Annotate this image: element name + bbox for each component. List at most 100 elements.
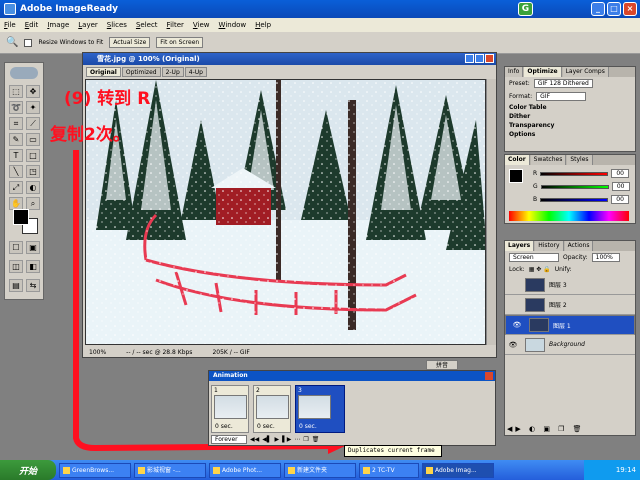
eye-icon[interactable]: 👁 xyxy=(508,340,518,350)
zoom-tool-icon[interactable]: 🔍 xyxy=(6,37,18,48)
delete-frame-icon[interactable]: 🗑 xyxy=(312,436,320,443)
menu-layer[interactable]: Layer xyxy=(78,21,98,29)
layer-row-3[interactable]: 图层 3 xyxy=(505,275,635,295)
minimize-button[interactable]: _ xyxy=(591,2,605,16)
doc-close-icon[interactable] xyxy=(485,54,494,63)
tab-history[interactable]: History xyxy=(535,241,564,251)
magic-wand-tool-icon[interactable]: ✦ xyxy=(26,101,40,114)
tab-optimize[interactable]: Optimize xyxy=(524,67,562,77)
red-slider[interactable] xyxy=(540,171,609,176)
animation-frame-2[interactable]: 2 0 sec. xyxy=(253,385,291,433)
eraser-tool-icon[interactable]: ▭ xyxy=(26,133,40,146)
menu-file[interactable]: File xyxy=(4,21,16,29)
taskbar-item-yingcheng[interactable]: 影城视窗 -... xyxy=(134,462,206,478)
view-mode-buttons[interactable]: ☐ ▣ ◫ ◧ ▤ ⇆ xyxy=(9,241,41,295)
color-spectrum-bar[interactable] xyxy=(509,211,629,221)
tab-info[interactable]: Info xyxy=(505,67,524,77)
menu-select[interactable]: Select xyxy=(136,21,158,29)
red-value[interactable]: 00 xyxy=(611,169,630,178)
section-options[interactable]: Options xyxy=(509,131,535,138)
duplicate-frame-icon[interactable]: ❐ xyxy=(303,436,308,443)
taskbar-item-tctv[interactable]: 2 TC-TV xyxy=(359,462,419,478)
tab-optimized[interactable]: Optimized xyxy=(121,67,161,77)
clock[interactable]: 19:14 xyxy=(616,466,636,474)
zoom-level[interactable]: 100% xyxy=(89,349,106,356)
section-color-table[interactable]: Color Table xyxy=(509,104,547,111)
crop-tool-icon[interactable]: ⌗ xyxy=(9,117,23,130)
blue-value[interactable]: 00 xyxy=(611,195,630,204)
preview-browser-icon[interactable]: ▣ xyxy=(26,241,40,254)
color-swatch-preview[interactable] xyxy=(509,169,523,183)
menu-image[interactable]: Image xyxy=(47,21,69,29)
menu-filter[interactable]: Filter xyxy=(167,21,184,29)
tab-actions[interactable]: Actions xyxy=(564,241,594,251)
menu-help[interactable]: Help xyxy=(255,21,271,29)
section-transparency[interactable]: Transparency xyxy=(509,122,554,129)
screen-mode-icon[interactable]: ▤ xyxy=(9,279,23,292)
download-speed[interactable]: -- / -- sec @ 28.8 Kbps xyxy=(126,349,192,356)
visibility-toggle-icon[interactable] xyxy=(508,300,518,310)
tab-layer-comps[interactable]: Layer Comps xyxy=(562,67,609,77)
shape-tool-icon[interactable]: □ xyxy=(26,149,40,162)
eye-icon[interactable]: 👁 xyxy=(512,320,522,330)
green-slider[interactable] xyxy=(540,184,609,189)
file-size[interactable]: 205K / -- GIF xyxy=(212,349,249,356)
doc-maximize-icon[interactable] xyxy=(475,54,484,63)
marquee-tool-icon[interactable]: ⬚ xyxy=(9,85,23,98)
fit-on-screen-button[interactable]: Fit on Screen xyxy=(156,37,204,48)
menu-window[interactable]: Window xyxy=(219,21,247,29)
section-dither[interactable]: Dither xyxy=(509,113,530,120)
tab-2-up[interactable]: 2-Up xyxy=(161,67,184,77)
line-tool-icon[interactable]: ╲ xyxy=(9,165,23,178)
preset-select[interactable]: GIF 128 Dithered xyxy=(533,79,593,88)
eyedropper-tool-icon[interactable]: ⤢ xyxy=(9,181,23,194)
frame-delay[interactable]: 0 sec. xyxy=(257,423,275,430)
lock-icons[interactable]: ▦ ✥ 🔒 xyxy=(529,266,551,273)
resize-windows-checkbox[interactable] xyxy=(24,38,33,47)
doc-minimize-icon[interactable] xyxy=(465,54,474,63)
tab-original[interactable]: Original xyxy=(86,67,121,77)
loop-select[interactable]: Forever xyxy=(211,435,247,444)
layer-row-background[interactable]: 👁 Background xyxy=(505,335,635,355)
play-icon[interactable]: ▶ xyxy=(274,436,279,443)
actual-size-button[interactable]: Actual Size xyxy=(109,37,151,48)
format-select[interactable]: GIF xyxy=(536,92,587,101)
brush-tool-icon[interactable]: ✎ xyxy=(9,133,23,146)
frame-delay[interactable]: 0 sec. xyxy=(299,423,317,430)
image-map-visibility-icon[interactable]: ◫ xyxy=(9,260,23,273)
menu-edit[interactable]: Edit xyxy=(25,21,39,29)
visibility-toggle-icon[interactable] xyxy=(508,280,518,290)
prev-frame-icon[interactable]: ◀▌ xyxy=(262,436,271,443)
menu-slices[interactable]: Slices xyxy=(107,21,127,29)
rollover-preview-icon[interactable]: ☐ xyxy=(9,241,23,254)
opacity-input[interactable]: 100% xyxy=(591,253,620,262)
maximize-button[interactable]: □ xyxy=(607,2,621,16)
next-frame-icon[interactable]: ▌▶ xyxy=(282,436,291,443)
taskbar-item-photoshop[interactable]: Adobe Phot... xyxy=(209,462,281,478)
foreground-color-swatch[interactable] xyxy=(13,209,29,225)
tab-layers[interactable]: Layers xyxy=(505,241,535,251)
frame-delay[interactable]: 0 sec. xyxy=(215,423,233,430)
tween-icon[interactable]: ⋯ xyxy=(294,436,300,443)
image-canvas[interactable] xyxy=(85,79,486,345)
blue-slider[interactable] xyxy=(540,197,609,202)
slice-tool-icon[interactable]: ⟋ xyxy=(26,117,40,130)
image-map-tool-icon[interactable]: ◳ xyxy=(26,165,40,178)
document-window-buttons[interactable] xyxy=(465,54,494,63)
menu-view[interactable]: View xyxy=(193,21,210,29)
green-value[interactable]: 00 xyxy=(611,182,630,191)
animation-frame-1[interactable]: 1 0 sec. xyxy=(211,385,249,433)
layer-row-1[interactable]: 👁 图层 1 xyxy=(505,315,635,335)
lasso-tool-icon[interactable]: ➰ xyxy=(9,101,23,114)
layer-row-2[interactable]: 图层 2 xyxy=(505,295,635,315)
close-button[interactable]: × xyxy=(623,2,637,16)
taskbar-item-greenbrowser[interactable]: GreenBrows... xyxy=(59,462,131,478)
type-tool-icon[interactable]: T xyxy=(9,149,23,162)
layer-name[interactable]: 图层 1 xyxy=(553,321,571,330)
tab-4-up[interactable]: 4-Up xyxy=(184,67,207,77)
layer-name[interactable]: 图层 3 xyxy=(549,280,567,289)
layer-name[interactable]: 图层 2 xyxy=(549,300,567,309)
ime-indicator[interactable]: 拼音 xyxy=(426,360,458,370)
start-button[interactable]: 开始 xyxy=(0,460,56,480)
tab-swatches[interactable]: Swatches xyxy=(530,155,567,165)
